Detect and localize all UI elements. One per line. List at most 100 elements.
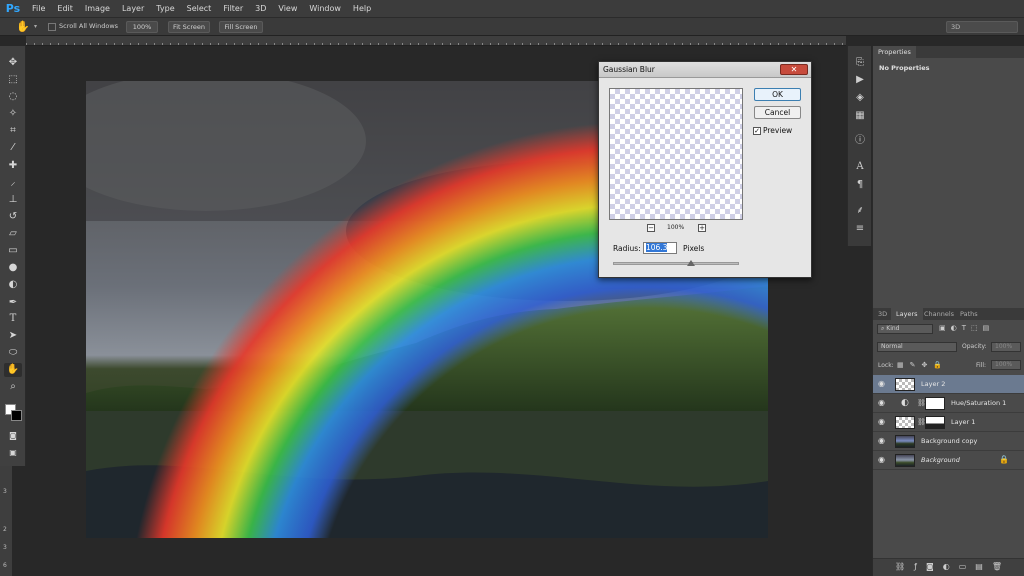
brush-presets-icon[interactable]: ⸙ — [852, 204, 868, 218]
tool-preset-chevron-icon[interactable]: ▾ — [34, 23, 37, 30]
fit-screen-button[interactable]: Fit Screen — [168, 21, 210, 33]
zoom-icon[interactable]: ⌕ — [4, 380, 22, 394]
shape-icon[interactable]: ⬭ — [4, 346, 22, 360]
menu-help[interactable]: Help — [347, 0, 377, 17]
paragraph-icon[interactable]: ¶ — [852, 178, 868, 192]
filter-type-icons[interactable]: ▣◐T⬚▤ — [939, 324, 994, 332]
menu-view[interactable]: View — [272, 0, 303, 17]
zoom-out-button[interactable]: − — [647, 224, 655, 232]
ok-button[interactable]: OK — [754, 88, 801, 101]
lasso-icon[interactable]: ◌ — [4, 90, 22, 104]
blend-mode-select[interactable]: Normal — [877, 342, 957, 352]
preview-checkbox[interactable]: ✓ — [753, 127, 761, 135]
background-color-swatch[interactable] — [11, 410, 22, 421]
menu-layer[interactable]: Layer — [116, 0, 150, 17]
history-brush-icon[interactable]: ↺ — [4, 210, 22, 224]
pen-icon[interactable]: ✒ — [4, 296, 22, 310]
menu-image[interactable]: Image — [79, 0, 116, 17]
adjustment-icon: ◐ — [901, 398, 909, 408]
eye-icon[interactable]: ◉ — [878, 399, 888, 407]
left-ruler: 3 2 3 6 — [0, 466, 12, 576]
blur-icon[interactable]: ● — [4, 261, 22, 275]
crop-icon[interactable]: ⌗ — [4, 124, 22, 138]
top-ruler — [26, 36, 846, 46]
tab-channels[interactable]: Channels — [919, 308, 959, 320]
layer-row[interactable]: ◉ Background copy — [873, 432, 1024, 451]
3d-icon[interactable]: ◈ — [852, 91, 868, 105]
layer-row[interactable]: ◉ ◐ ⛓ Hue/Saturation 1 — [873, 394, 1024, 413]
dialog-titlebar[interactable]: Gaussian Blur ✕ — [599, 62, 811, 78]
menu-filter[interactable]: Filter — [217, 0, 249, 17]
tab-3d[interactable]: 3D — [873, 308, 892, 320]
eye-icon[interactable]: ◉ — [878, 437, 888, 445]
menu-file[interactable]: File — [26, 0, 51, 17]
layer-actions-icons[interactable]: ⛓ƒ◙◐▭▤🗑 — [895, 562, 1011, 571]
type-icon[interactable]: T — [4, 312, 22, 326]
menu-type[interactable]: Type — [150, 0, 180, 17]
layer-row[interactable]: ◉ Layer 2 — [873, 375, 1024, 394]
gradient-icon[interactable]: ▭ — [4, 244, 22, 258]
menu-window[interactable]: Window — [303, 0, 347, 17]
layer-row[interactable]: ◉ Background 🔒 — [873, 451, 1024, 470]
scroll-all-checkbox[interactable] — [48, 23, 56, 31]
zoom-100-button[interactable]: 100% — [126, 21, 158, 33]
dodge-icon[interactable]: ◐ — [4, 278, 22, 292]
opacity-label: Opacity: — [962, 343, 987, 350]
hand-tool-icon[interactable]: ✋ — [16, 20, 30, 33]
hand-icon[interactable]: ✋ — [4, 363, 22, 377]
layer-thumbnail — [895, 435, 915, 448]
magic-wand-icon[interactable]: ✧ — [4, 107, 22, 121]
layer-thumbnail — [895, 378, 915, 391]
menu-3d[interactable]: 3D — [249, 0, 272, 17]
brush-icon[interactable]: ⸝ — [4, 176, 22, 190]
properties-panel: Properties No Properties — [872, 46, 1024, 308]
eyedropper-icon[interactable]: ⁄ — [4, 141, 22, 155]
radius-slider-track[interactable] — [613, 262, 739, 265]
actions-play-icon[interactable]: ▶ — [852, 73, 868, 87]
quick-mask-icon[interactable]: ◙ — [4, 429, 22, 443]
character-icon[interactable]: A — [852, 160, 868, 174]
screen-mode-icon[interactable]: ▣ — [4, 446, 22, 460]
healing-brush-icon[interactable]: ✚ — [4, 159, 22, 173]
lock-icons[interactable]: ▦✎✥🔒 — [897, 361, 948, 369]
close-icon[interactable]: ✕ — [780, 64, 808, 75]
cancel-button[interactable]: Cancel — [754, 106, 801, 119]
info-icon[interactable]: ⓘ — [852, 134, 868, 148]
ruler-number: 3 — [3, 488, 7, 495]
panel-dock: ⎘ ▶ ◈ ▦ ⓘ A ¶ ⸙ ≡ — [847, 46, 871, 246]
fill-input[interactable]: 100% — [991, 360, 1021, 370]
menu-select[interactable]: Select — [181, 0, 218, 17]
zoom-in-button[interactable]: + — [698, 224, 706, 232]
radius-slider-thumb[interactable] — [687, 260, 696, 266]
blur-preview-pane[interactable] — [609, 88, 743, 220]
path-selection-icon[interactable]: ➤ — [4, 329, 22, 343]
tab-paths[interactable]: Paths — [955, 308, 983, 320]
adjustments-icon[interactable]: ≡ — [852, 222, 868, 236]
fill-screen-button[interactable]: Fill Screen — [219, 21, 263, 33]
layer-row[interactable]: ◉ ⛓ Layer 1 — [873, 413, 1024, 432]
layer-mask-thumbnail[interactable] — [925, 416, 945, 429]
history-icon[interactable]: ⎘ — [852, 56, 868, 70]
no-properties-text: No Properties — [879, 64, 930, 72]
eraser-icon[interactable]: ▱ — [4, 227, 22, 241]
swatches-grid-icon[interactable]: ▦ — [852, 109, 868, 123]
layer-thumbnail — [895, 454, 915, 467]
layer-filter-select[interactable]: ⌕ Kind — [877, 324, 933, 334]
clone-stamp-icon[interactable]: ⊥ — [4, 193, 22, 207]
opacity-input[interactable]: 100% — [991, 342, 1021, 352]
menu-edit[interactable]: Edit — [51, 0, 79, 17]
eye-icon[interactable]: ◉ — [878, 456, 888, 464]
layer-mask-thumbnail[interactable] — [925, 397, 945, 410]
tab-layers[interactable]: Layers — [891, 308, 923, 320]
dialog-title: Gaussian Blur — [603, 65, 655, 74]
eye-icon[interactable]: ◉ — [878, 418, 888, 426]
ruler-number: 2 — [3, 526, 7, 533]
eye-icon[interactable]: ◉ — [878, 380, 888, 388]
radius-input[interactable]: 106.3 — [643, 242, 677, 254]
menu-bar: Ps File Edit Image Layer Type Select Fil… — [0, 0, 1024, 17]
workspace-select[interactable]: 3D — [946, 21, 1018, 33]
move-icon[interactable]: ✥ — [4, 56, 22, 70]
tab-properties[interactable]: Properties — [873, 46, 916, 58]
marquee-icon[interactable]: ⬚ — [4, 73, 22, 87]
radius-unit-label: Pixels — [683, 244, 705, 253]
